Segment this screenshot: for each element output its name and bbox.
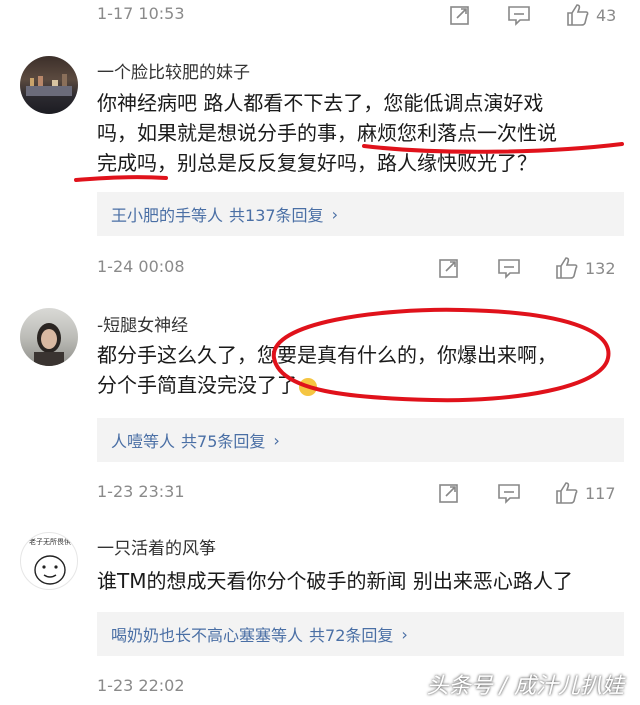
- reply-names: 人噎等人: [111, 432, 176, 451]
- comment-icon: [508, 6, 530, 26]
- comment-meta-row-0: 1-17 10:53 43: [0, 0, 640, 30]
- username[interactable]: 一个脸比较肥的妹子: [97, 58, 250, 83]
- comment-meta-row: 1-23 23:31 117: [0, 478, 640, 508]
- username[interactable]: 一只活着的风筝: [97, 534, 216, 559]
- share-button[interactable]: [438, 253, 460, 283]
- comment-meta-row: 1-24 00:08 132: [0, 253, 640, 283]
- comment-timestamp: 1-23 22:02: [97, 676, 185, 695]
- reply-summary[interactable]: 人噎等人 共75条回复 ›: [97, 418, 624, 462]
- reply-count: 共75条回复: [181, 432, 266, 451]
- comment-timestamp: 1-17 10:53: [97, 4, 185, 23]
- share-button[interactable]: [449, 0, 471, 30]
- chevron-right-icon: ›: [331, 204, 338, 224]
- share-icon: [450, 6, 469, 25]
- comment-body: 你神经病吧 路人都看不下去了，您能低调点演好戏 吗，如果就是想说分手的事，麻烦您…: [97, 88, 627, 178]
- chevron-right-icon: ›: [273, 430, 280, 450]
- comment-timestamp: 1-24 00:08: [97, 257, 185, 276]
- comment-line: 谁TM的想成天看你分个破手的新闻 别出来恶心路人了: [97, 569, 573, 593]
- red-underline-annotation: [362, 142, 624, 154]
- comment-body: 谁TM的想成天看你分个破手的新闻 别出来恶心路人了: [97, 566, 627, 596]
- comment-button[interactable]: [507, 0, 531, 30]
- thumbs-up-icon: [556, 482, 578, 504]
- comment-icon: [498, 259, 520, 279]
- chevron-right-icon: ›: [401, 624, 408, 644]
- avatar[interactable]: 老子无所畏惧: [20, 532, 78, 590]
- share-button[interactable]: [438, 478, 460, 508]
- reply-summary[interactable]: 王小肥的手等人 共137条回复 ›: [97, 192, 624, 236]
- like-count: 117: [585, 483, 616, 503]
- reply-count: 共137条回复: [229, 206, 324, 225]
- comment-button[interactable]: [497, 478, 521, 508]
- reply-names: 王小肥的手等人: [111, 206, 224, 225]
- avatar-photo: [34, 323, 64, 366]
- comment-line: 你神经病吧 路人都看不下去了，您能低调点演好戏: [97, 91, 544, 115]
- like-button[interactable]: 43: [566, 0, 616, 30]
- thumbs-up-icon: [556, 257, 578, 279]
- avatar-photo: [26, 74, 72, 96]
- thumbs-up-icon: [567, 4, 589, 26]
- comment-button[interactable]: [497, 253, 521, 283]
- like-button[interactable]: 132: [555, 253, 616, 283]
- username[interactable]: -短腿女神经: [97, 311, 188, 336]
- like-count: 43: [596, 5, 617, 25]
- red-circle-annotation: [271, 307, 611, 403]
- comment-icon: [498, 484, 520, 504]
- reply-count: 共72条回复: [309, 626, 394, 645]
- avatar[interactable]: [20, 308, 78, 366]
- reply-summary[interactable]: 喝奶奶也长不高心塞塞等人 共72条回复 ›: [97, 612, 624, 656]
- watermark: 头条号 / 成汁儿扒娃: [426, 674, 624, 699]
- share-icon: [439, 484, 458, 503]
- like-button[interactable]: 117: [555, 478, 616, 508]
- meme-face-icon: [34, 555, 66, 585]
- avatar[interactable]: [20, 56, 78, 114]
- comment-timestamp: 1-23 23:31: [97, 482, 185, 501]
- share-icon: [439, 259, 458, 278]
- red-underline-annotation: [74, 175, 168, 182]
- reply-names: 喝奶奶也长不高心塞塞等人: [111, 626, 304, 645]
- like-count: 132: [585, 258, 616, 278]
